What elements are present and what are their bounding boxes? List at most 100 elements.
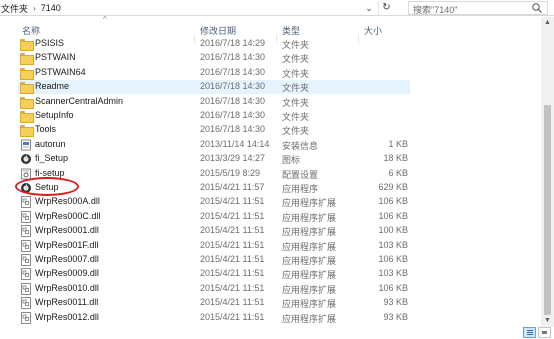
file-row[interactable]: WrpRes0007.dll 2015/4/21 11:51 应用程序扩展 106 K…: [18, 253, 410, 267]
file-date: 2016/7/18 14:29: [200, 38, 266, 48]
column-header-date[interactable]: 修改日期: [200, 24, 236, 37]
file-date: 2015/4/21 11:51: [200, 282, 265, 293]
breadcrumb-separator-icon: ›: [33, 3, 36, 13]
config-file-icon: [20, 168, 32, 180]
dll-file-icon: [20, 282, 32, 295]
file-row[interactable]: WrpRes0012.dll 2015/4/21 11:51 应用程序扩展 93 KB: [18, 311, 410, 325]
file-name: SetupInfo: [35, 110, 74, 120]
file-date: 2013/11/14 14:14: [200, 138, 270, 149]
folder-icon: [20, 67, 34, 80]
file-row[interactable]: PSTWAIN 2016/7/18 14:30 文件夹: [18, 51, 410, 66]
file-name: WrpRes0010.dll: [35, 282, 99, 293]
file-type: 应用程序扩展: [282, 256, 337, 266]
view-toggle: [523, 327, 553, 338]
search-icon[interactable]: [531, 2, 543, 14]
file-date: 2013/3/29 14:27: [200, 153, 266, 164]
file-row[interactable]: WrpRes000C.dll 2015/4/21 11:51 应用程序扩展 106 K…: [18, 210, 410, 224]
vertical-scrollbar[interactable]: ▲ ▼: [541, 17, 554, 327]
file-name: Setup: [35, 182, 59, 192]
dll-file-icon: [20, 196, 32, 209]
dll-file-icon: [20, 254, 32, 266]
file-date: 2016/7/18 14:30: [200, 52, 266, 63]
file-type: 应用程序扩展: [282, 227, 337, 238]
search-placeholder: 搜索"7140": [413, 5, 458, 15]
file-date: 2015/4/21 11:51: [200, 268, 265, 279]
file-row[interactable]: WrpRes001F.dll 2015/4/21 11:51 应用程序扩展 103 K…: [18, 239, 410, 253]
file-row[interactable]: Readme 2016/7/18 14:30 文件夹: [18, 80, 410, 95]
scrollbar-thumb[interactable]: [544, 105, 551, 315]
file-date: 2015/4/21 11:51: [200, 225, 265, 236]
file-row[interactable]: fi-setup 2015/5/19 8:29 配置设置 6 KB: [18, 167, 410, 181]
file-row[interactable]: WrpRes0011.dll 2015/4/21 11:51 应用程序扩展 93 KB: [18, 296, 410, 310]
column-header-name[interactable]: 名称: [22, 24, 40, 37]
file-size: 18 KB: [383, 153, 408, 164]
file-size: 106 KB: [378, 196, 408, 207]
file-row[interactable]: WrpRes0010.dll 2015/4/21 11:51 应用程序扩展 106 K…: [18, 282, 410, 296]
file-size: 106 KB: [378, 282, 408, 293]
dll-file-icon: [20, 225, 32, 238]
file-row[interactable]: WrpRes0009.dll 2015/4/21 11:51 应用程序扩展 103 K…: [18, 267, 410, 281]
dll-file-icon: [20, 268, 32, 281]
file-row[interactable]: autorun 2013/11/14 14:14 安装信息 1 KB: [18, 138, 410, 152]
file-row[interactable]: SetupInfo 2016/7/18 14:30 文件夹: [18, 109, 410, 123]
refresh-icon[interactable]: ↻: [378, 1, 394, 15]
file-date: 2015/4/21 11:51: [200, 297, 265, 308]
file-type: 应用程序扩展: [282, 284, 337, 295]
breadcrumb-item-7140[interactable]: 7140: [41, 3, 61, 13]
folder-icon: [20, 96, 34, 109]
file-date: 2015/4/21 11:57: [200, 182, 265, 192]
file-type: 应用程序扩展: [282, 241, 337, 252]
file-row[interactable]: WrpRes000A.dll 2015/4/21 11:51 应用程序扩展 106 K…: [18, 195, 410, 209]
file-name: PSISIS: [35, 38, 65, 48]
chevron-down-icon[interactable]: ⌄: [362, 1, 376, 15]
file-type: 应用程序扩展: [282, 313, 337, 324]
file-row[interactable]: Setup 2015/4/21 11:57 应用程序 629 KB: [18, 181, 410, 195]
app-icon: [20, 153, 32, 165]
column-header-type[interactable]: 类型: [282, 24, 300, 37]
breadcrumb[interactable]: 文件夹 › 7140: [1, 2, 61, 14]
column-header-row: ^ 名称 修改日期 类型 大小: [0, 15, 541, 43]
search-input[interactable]: 搜索"7140": [408, 1, 548, 15]
file-row[interactable]: PSTWAIN64 2016/7/18 14:30 文件夹: [18, 66, 410, 80]
folder-icon: [20, 39, 34, 51]
file-date: 2016/7/18 14:30: [200, 95, 266, 106]
file-row[interactable]: ScannerCentralAdmin 2016/7/18 14:30 文件夹: [18, 95, 410, 109]
file-size: 103 KB: [378, 239, 408, 250]
file-date: 2016/7/18 14:30: [200, 124, 266, 135]
file-name: PSTWAIN: [35, 52, 76, 63]
file-size: 106 KB: [378, 210, 408, 221]
file-row[interactable]: fi_Setup 2013/3/29 14:27 图标 18 KB: [18, 152, 410, 166]
file-date: 2015/4/21 11:51: [200, 254, 265, 264]
file-date: 2015/4/21 11:51: [200, 196, 265, 207]
scroll-down-icon[interactable]: ▼: [541, 315, 554, 327]
details-view-button[interactable]: [523, 327, 536, 338]
file-type: 文件夹: [282, 68, 310, 79]
column-header-size[interactable]: 大小: [364, 24, 382, 37]
file-size: 629 KB: [378, 182, 408, 192]
file-name: WrpRes0007.dll: [35, 254, 99, 264]
file-type: 应用程序扩展: [282, 299, 337, 310]
dll-file-icon: [20, 297, 32, 310]
file-name: autorun: [35, 138, 66, 149]
file-type: 安装信息: [282, 140, 319, 151]
file-row[interactable]: PSISIS 2016/7/18 14:29 文件夹: [18, 37, 410, 51]
file-row[interactable]: WrpRes0001.dll 2015/4/21 11:51 应用程序扩展 100 K…: [18, 224, 410, 238]
file-type: 文件夹: [282, 54, 310, 65]
file-size: 93 KB: [383, 297, 408, 308]
file-date: 2016/7/18 14:30: [200, 110, 266, 120]
file-size: 93 KB: [383, 311, 408, 322]
large-icons-view-button[interactable]: [538, 327, 551, 338]
file-size: 100 KB: [378, 225, 408, 236]
file-type: 应用程序: [282, 184, 319, 194]
scroll-up-icon[interactable]: ▲: [541, 17, 554, 29]
setup-info-icon: [20, 139, 32, 151]
file-type: 文件夹: [282, 83, 310, 94]
file-name: PSTWAIN64: [35, 66, 86, 77]
file-name: Tools: [35, 124, 57, 135]
file-type: 文件夹: [282, 126, 310, 137]
breadcrumb-item-folder[interactable]: 文件夹: [1, 2, 28, 15]
folder-icon: [20, 53, 34, 66]
file-date: 2015/4/21 11:51: [200, 239, 265, 250]
file-row[interactable]: Tools 2016/7/18 14:30 文件夹: [18, 123, 410, 138]
file-name: ScannerCentralAdmin: [35, 95, 124, 106]
